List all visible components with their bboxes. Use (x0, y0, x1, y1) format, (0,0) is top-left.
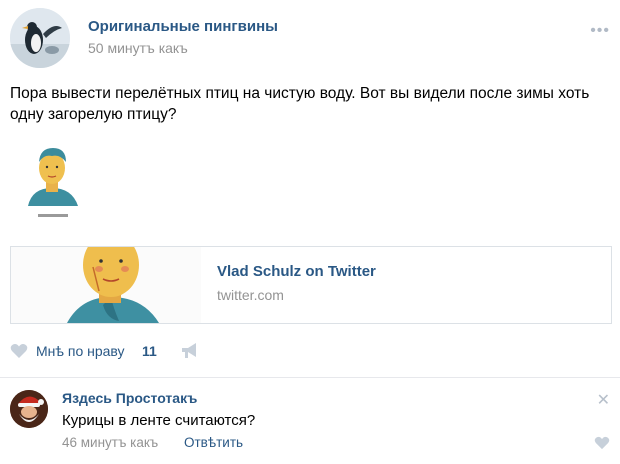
group-avatar[interactable] (10, 8, 70, 68)
comment-timestamp[interactable]: 46 минутъ какъ (62, 435, 158, 450)
comment-text: Курицы в ленте считаются? (62, 412, 256, 429)
post-image-thumbnail[interactable] (22, 140, 84, 224)
like-button-label[interactable]: Мнѣ по нраву (36, 343, 125, 359)
man-drawing-large-image (11, 247, 201, 323)
post-actions: Мнѣ по нраву 11 (10, 342, 610, 362)
link-preview-image[interactable] (11, 247, 201, 323)
link-preview-card[interactable]: Vlad Schulz on Twitter twitter.com (10, 246, 612, 324)
santa-avatar-image (10, 390, 48, 428)
heart-icon[interactable] (10, 343, 28, 359)
commenter-avatar[interactable] (10, 390, 48, 428)
post-timestamp[interactable]: 50 минутъ какъ (88, 40, 188, 56)
commenter-name-link[interactable]: Яздесь Простотакъ (62, 390, 197, 406)
post-header: Оригинальные пингвины 50 минутъ какъ ••• (10, 8, 610, 70)
reply-button[interactable]: Отвѣтить (184, 435, 243, 450)
link-domain: twitter.com (217, 287, 284, 303)
comment-heart-icon[interactable] (594, 436, 610, 450)
comments-divider (0, 377, 620, 378)
more-dots-icon[interactable]: ••• (590, 22, 610, 40)
man-drawing-image (22, 140, 84, 224)
penguin-avatar-image (10, 8, 70, 68)
comment-item: Яздесь Простотакъ Курицы в ленте считают… (10, 386, 610, 456)
link-title[interactable]: Vlad Schulz on Twitter (217, 263, 376, 280)
megaphone-icon[interactable] (180, 342, 200, 360)
close-icon[interactable]: ✕ (597, 390, 610, 410)
group-name-link[interactable]: Оригинальные пингвины (88, 18, 278, 35)
post-text: Пора вывести перелётных птиц на чистую в… (10, 85, 590, 123)
like-count[interactable]: 11 (142, 343, 157, 359)
